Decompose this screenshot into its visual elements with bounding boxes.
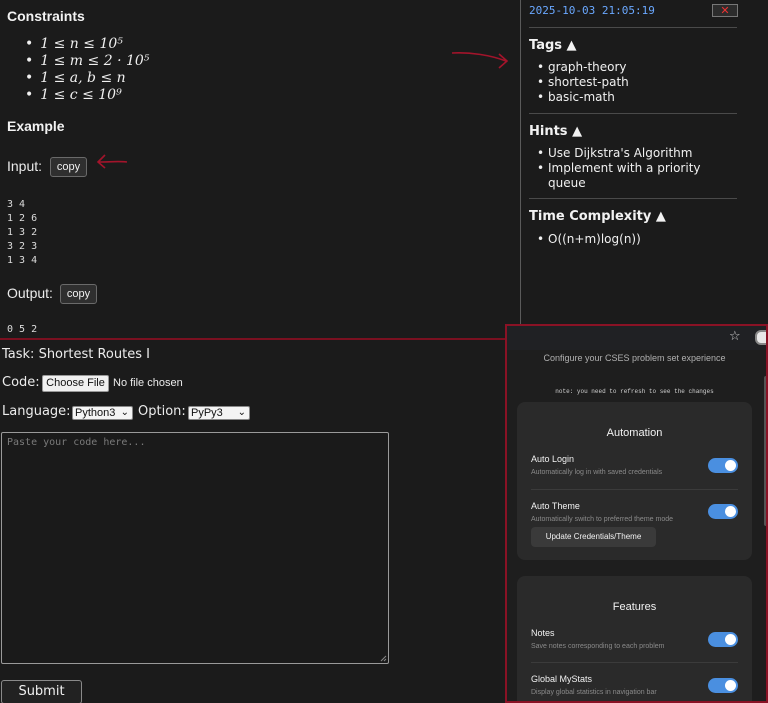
language-label: Language: [2,404,71,419]
features-title: Features [612,601,657,613]
mystats-desc: Display global statistics in navigation … [531,689,657,696]
submit-form: Task: Shortest Routes I Code: Choose Fil… [0,338,505,703]
update-credentials-button[interactable]: Update Credentials/Theme [531,527,656,547]
option-select[interactable]: PyPy3 ⌄ [188,406,250,420]
extension-popup: ☆ Configure your CSES problem set experi… [505,324,768,703]
hint-item: Implement with a priority queue [537,161,737,191]
tag-item: basic-math [537,90,737,105]
hints-list: Use Dijkstra's Algorithm Implement with … [537,146,737,191]
tag-item: shortest-path [537,75,737,90]
constraints-heading: Constraints [7,8,85,24]
constraint-item: 1 ≤ n ≤ 10⁵ [25,36,149,53]
mystats-toggle[interactable] [708,678,738,693]
auto-login-label: Auto Login [531,454,575,464]
resize-handle-icon[interactable] [380,655,387,662]
input-label: Input: [7,158,43,174]
complexity-list: O((n+m)log(n)) [537,232,737,247]
code-placeholder: Paste your code here... [7,437,146,448]
refresh-note: note: you need to refresh to see the cha… [555,388,714,395]
annotation-arrow-icon [96,154,128,169]
code-label: Code: [2,375,40,390]
divider [531,489,738,490]
option-value: PyPy3 [191,407,223,419]
popup-subtitle: Configure your CSES problem set experien… [543,353,726,363]
submit-button[interactable]: Submit [1,680,82,703]
problem-sidebar: 2025-10-03 21:05:19 ✕ Tags ▲ graph-theor… [520,0,768,324]
close-button[interactable]: ✕ [712,4,738,17]
extension-icon[interactable] [755,330,766,345]
auto-theme-label: Auto Theme [531,501,580,511]
features-card: Features Notes Save notes corresponding … [517,576,752,701]
constraints-list: 1 ≤ n ≤ 10⁵ 1 ≤ m ≤ 2 · 10⁵ 1 ≤ a, b ≤ n… [25,36,149,104]
example-heading: Example [7,118,65,134]
chevron-down-icon: ⌄ [120,407,129,418]
divider [529,27,737,28]
auto-login-desc: Automatically log in with saved credenti… [531,469,663,476]
copy-output-button[interactable]: copy [60,284,97,304]
automation-card: Automation Auto Login Automatically log … [517,402,752,560]
browser-toolbar: ☆ [507,326,766,350]
tags-heading[interactable]: Tags ▲ [529,38,577,53]
auto-theme-desc: Automatically switch to preferred theme … [531,516,674,523]
bookmark-star-icon[interactable]: ☆ [729,329,741,344]
chevron-down-icon: ⌄ [237,407,246,418]
task-label: Task: Shortest Routes I [2,347,150,362]
notes-toggle[interactable] [708,632,738,647]
auto-login-toggle[interactable] [708,458,738,473]
timestamp: 2025-10-03 21:05:19 [529,4,655,17]
choose-file-button[interactable]: Choose File [42,375,109,392]
complexity-heading[interactable]: Time Complexity ▲ [529,209,666,224]
option-label: Option: [138,404,186,419]
popup-scrollbar[interactable] [764,376,766,526]
notes-label: Notes [531,628,555,638]
annotation-arrow-icon [451,52,509,69]
auto-theme-toggle[interactable] [708,504,738,519]
notes-desc: Save notes corresponding to each problem [531,643,665,650]
example-input: 3 41 2 61 3 23 2 31 3 4 [7,199,38,266]
automation-title: Automation [606,427,663,439]
language-value: Python3 [75,407,116,419]
constraint-item: 1 ≤ m ≤ 2 · 10⁵ [25,53,149,70]
constraint-item: 1 ≤ a, b ≤ n [25,70,149,87]
constraint-item: 1 ≤ c ≤ 10⁹ [25,87,149,104]
complexity-item: O((n+m)log(n)) [537,232,737,247]
example-output: 0 5 2 [7,324,38,335]
tag-item: graph-theory [537,60,737,75]
copy-input-button[interactable]: copy [50,157,87,177]
divider [529,198,737,199]
code-textarea[interactable]: Paste your code here... [1,432,389,664]
problem-statement: Constraints 1 ≤ n ≤ 10⁵ 1 ≤ m ≤ 2 · 10⁵ … [0,0,520,338]
hint-item: Use Dijkstra's Algorithm [537,146,737,161]
tags-list: graph-theory shortest-path basic-math [537,60,737,105]
file-status: No file chosen [113,377,183,389]
mystats-label: Global MyStats [531,674,593,684]
divider [529,113,737,114]
hints-heading[interactable]: Hints ▲ [529,124,582,139]
divider [531,662,738,663]
language-select[interactable]: Python3 ⌄ [72,406,133,420]
output-label: Output: [7,285,53,301]
